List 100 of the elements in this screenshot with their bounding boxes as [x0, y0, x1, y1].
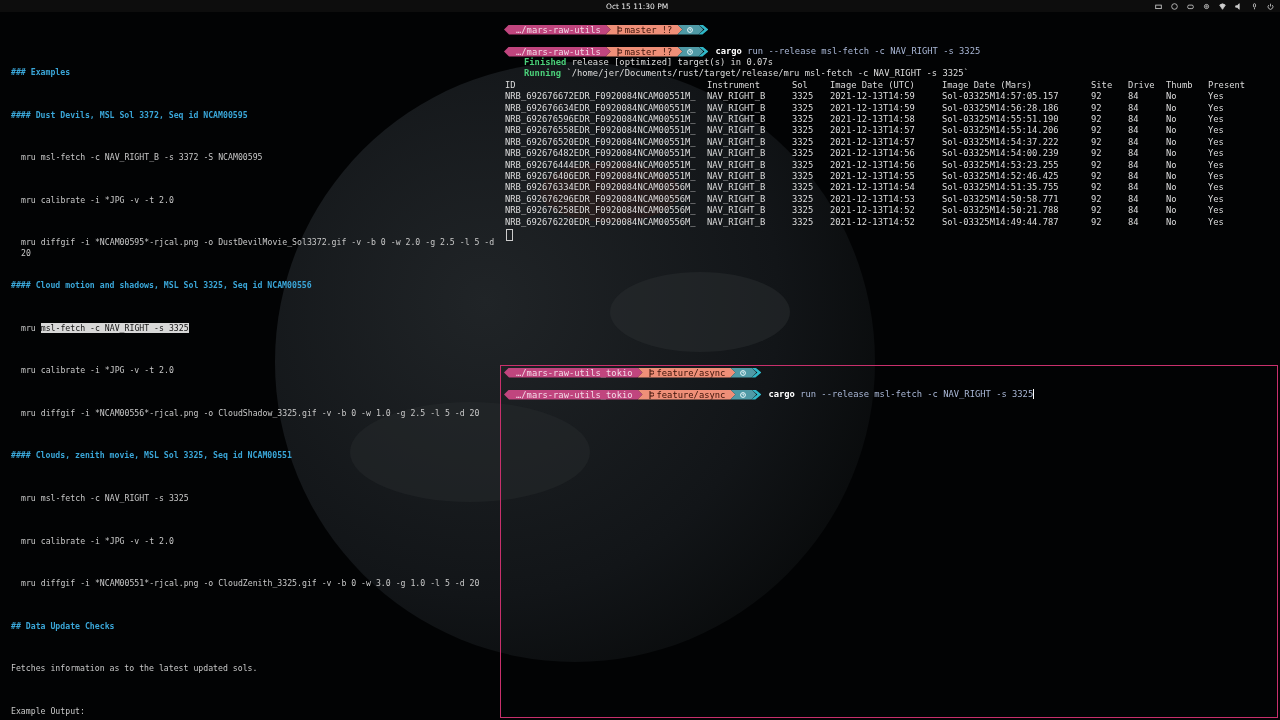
- table-cell-text: NAV_RIGHT_B: [707, 136, 767, 149]
- table-cell-text: Sol-03325M14:51:35.755: [942, 182, 1060, 194]
- table-cell-text: 92: [1091, 114, 1103, 126]
- column-header: Instrument: [707, 79, 761, 92]
- table-cell-text: Sol-03325M14:50:58.771: [942, 193, 1060, 206]
- circle-icon[interactable]: [1171, 2, 1178, 10]
- prompt-path: …/mars-raw-utils_tokio: [504, 389, 643, 400]
- table-cell-text: NAV_RIGHT_B: [707, 114, 767, 126]
- table-cell-text: NRB_692676596EDR_F0920084NCAM00551M_: [505, 114, 697, 126]
- table-cell-text: No: [1166, 159, 1178, 172]
- table-cell-text: Sol-03325M14:57:05.157: [942, 91, 1060, 103]
- table-cell-text: 2021-12-13T14:53: [830, 193, 916, 206]
- table-cell-text: 2021-12-13T14:54: [830, 182, 916, 194]
- markdown-heading: #### Clouds, zenith movie, MSL Sol 3325, Seq id NCAM00551: [11, 450, 292, 461]
- branch-icon: [615, 25, 622, 34]
- table-cell-text: 3325: [792, 148, 815, 160]
- table-cell-text: 3325: [792, 205, 815, 217]
- table-cell-text: Yes: [1208, 91, 1225, 103]
- table-cell-text: NRB_692676258EDR_F0920084NCAM00556M_: [505, 205, 697, 217]
- table-cell-text: Yes: [1208, 148, 1225, 160]
- table-cell-text: Yes: [1208, 171, 1225, 183]
- table-cell-text: Yes: [1208, 216, 1225, 229]
- branch-icon: [615, 47, 622, 56]
- clock-icon: [740, 369, 747, 376]
- keyboard-icon[interactable]: [1155, 2, 1162, 10]
- table-cell-text: 3325: [792, 136, 815, 149]
- table-cell-text: NRB_692676296EDR_F0920084NCAM00556M_: [505, 193, 697, 206]
- table-cell-text: NAV_RIGHT_B: [707, 125, 767, 137]
- table-cell-text: 2021-12-13T14:58: [830, 114, 916, 126]
- table-cell-text: NRB_692676558EDR_F0920084NCAM00551M_: [505, 125, 697, 137]
- table-cell-text: 92: [1091, 102, 1103, 115]
- clock-icon: [687, 26, 694, 33]
- table-cell-text: NAV_RIGHT_B: [707, 182, 767, 194]
- power-icon[interactable]: [1267, 2, 1274, 10]
- table-cell-text: 2021-12-13T14:59: [830, 91, 916, 103]
- table-cell-text: 92: [1091, 136, 1103, 149]
- table-cell-text: Yes: [1208, 125, 1225, 137]
- column-header: Present: [1208, 79, 1247, 92]
- table-cell-text: Yes: [1208, 114, 1225, 126]
- code-line: mru calibrate -i *JPG -v -t 2.0: [21, 194, 174, 205]
- table-cell-text: 3325: [792, 91, 815, 103]
- volume-icon[interactable]: [1235, 2, 1242, 10]
- table-cell-text: 84: [1128, 125, 1140, 137]
- table-cell-text: 92: [1091, 125, 1103, 137]
- table-cell-text: 3325: [792, 193, 815, 206]
- code-line: mru diffgif -i *NCAM00551*-rjcal.png -o CloudZenith_3325.gif -v -b 0 -w 3.0 -g 1.0 -l 5 -d 20: [21, 578, 480, 589]
- command-text: cargo run --release msl-fetch -c NAV_RIGHT -s 3325: [715, 45, 981, 58]
- table-cell-text: NAV_RIGHT_B: [707, 193, 767, 206]
- table-cell-text: 2021-12-13T14:57: [830, 136, 916, 149]
- command-text: cargo run --release msl-fetch -c NAV_RIGHT -s 3325: [768, 388, 1035, 401]
- table-cell-text: No: [1166, 182, 1178, 194]
- prompt-branch: master !?: [605, 24, 683, 35]
- table-cell-text: 84: [1128, 159, 1140, 172]
- table-cell-text: 84: [1128, 216, 1140, 229]
- column-header: Image Date (Mars): [942, 79, 1034, 92]
- code-line: mru msl-fetch -c NAV_RIGHT -s 3325: [21, 492, 189, 503]
- code-line: mru msl-fetch -c NAV_RIGHT -s 3325: [21, 322, 189, 333]
- table-cell-text: 92: [1091, 159, 1103, 172]
- table-cell-text: 92: [1091, 182, 1103, 194]
- prompt-path: …/mars-raw-utils: [504, 24, 611, 35]
- table-cell-text: NRB_692676672EDR_F0920084NCAM00551M_: [505, 91, 697, 103]
- code-line: mru diffgif -i *NCAM00595*-rjcal.png -o DustDevilMovie_Sol3372.gif -v -b 0 -w 2.0 -g 2.5 -l 5 -d 20: [21, 237, 496, 259]
- microphone-icon[interactable]: [1251, 2, 1258, 10]
- table-cell-text: NAV_RIGHT_B: [707, 159, 767, 172]
- table-cell-text: No: [1166, 136, 1178, 149]
- table-cell-text: 3325: [792, 159, 815, 172]
- table-cell-text: 3325: [792, 171, 815, 183]
- table-cell-text: 92: [1091, 148, 1103, 160]
- table-cell-text: 3325: [792, 182, 815, 194]
- code-line: mru diffgif -i *NCAM00556*-rjcal.png -o CloudShadow_3325.gif -v -b 0 -w 1.0 -g 2.5 -l 5 -d 20: [21, 407, 480, 418]
- terminal-pane[interactable]: …/mars-raw-utils_tokio feature/async …/mars-raw-utils_tokio feature/async cargo run --release msl-fetch -c NAV_RIGHT -s 3325: [500, 365, 1278, 718]
- wifi-icon[interactable]: [1219, 2, 1226, 10]
- table-cell-text: 3325: [792, 114, 815, 126]
- table-cell-text: NRB_692676634EDR_F0920084NCAM00551M_: [505, 102, 697, 115]
- table-cell-text: Sol-03325M14:54:00.239: [942, 148, 1060, 160]
- prompt-branch: master !?: [605, 46, 683, 57]
- table-cell-text: 2021-12-13T14:52: [830, 205, 916, 217]
- table-cell-text: 92: [1091, 171, 1103, 183]
- table-cell-text: 2021-12-13T14:56: [830, 159, 916, 172]
- markdown-heading: ## Data Update Checks: [11, 620, 115, 631]
- code-line: mru msl-fetch -c NAV_RIGHT_B -s 3372 -S NCAM00595: [21, 152, 263, 163]
- column-header: Image Date (UTC): [830, 79, 916, 92]
- table-cell-text: Yes: [1208, 102, 1225, 115]
- output-line: Running `/home/jer/Documents/rust/target/release/mru msl-fetch -c NAV_RIGHT -s 3325`: [523, 68, 970, 80]
- table-cell-text: No: [1166, 205, 1178, 217]
- clock-icon: [740, 391, 747, 398]
- column-header: Drive: [1128, 79, 1156, 92]
- table-cell-text: 3325: [792, 102, 815, 115]
- table-cell-text: NRB_692676520EDR_F0920084NCAM00551M_: [505, 136, 697, 149]
- table-cell-text: NAV_RIGHT_B: [707, 102, 767, 115]
- column-header: Site: [1091, 79, 1114, 92]
- branch-icon: [647, 390, 654, 399]
- column-header: Sol: [792, 79, 809, 92]
- table-cell-text: 2021-12-13T14:59: [830, 102, 916, 115]
- table-cell-text: Sol-03325M14:50:21.788: [942, 205, 1060, 217]
- table-cell-text: 84: [1128, 193, 1140, 206]
- text-line: Example Output:: [11, 705, 85, 716]
- prompt-path: …/mars-raw-utils_tokio: [504, 367, 643, 378]
- table-cell-text: NAV_RIGHT_B: [707, 171, 767, 183]
- settings-icon[interactable]: [1203, 2, 1210, 10]
